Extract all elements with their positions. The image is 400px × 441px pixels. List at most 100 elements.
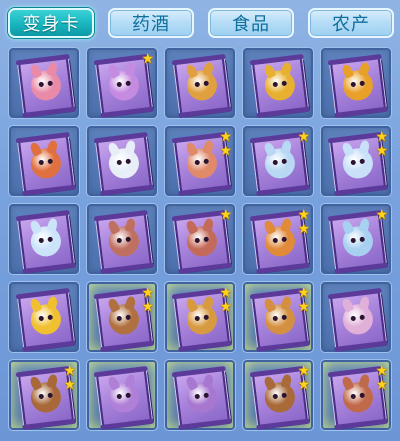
fox-warrior-icon	[28, 139, 63, 181]
monkey-king-icon	[106, 295, 141, 337]
inventory-slot[interactable]	[164, 359, 236, 431]
star-rating: ★ ★	[141, 286, 154, 314]
transform-card-item	[329, 56, 387, 116]
star-icon: ★	[219, 143, 232, 159]
lion-dancer-icon	[340, 61, 375, 103]
tab-medicine[interactable]: 药酒	[108, 8, 194, 38]
inventory-slot[interactable]	[8, 203, 80, 275]
transform-card-item	[17, 290, 75, 350]
inventory-slot[interactable]	[86, 359, 158, 431]
tab-farm-produce[interactable]: 农产	[308, 8, 394, 38]
inventory-slot[interactable]: ★ ★	[164, 281, 236, 353]
tab-transform-card[interactable]: 变身卡	[8, 8, 94, 38]
inventory-slot[interactable]	[8, 281, 80, 353]
armored-warrior-icon	[340, 373, 375, 415]
star-icon: ★	[141, 299, 154, 315]
star-icon: ★	[375, 143, 388, 159]
star-icon: ★	[297, 377, 310, 393]
transform-card-item	[251, 56, 309, 116]
white-unicorn-icon	[106, 139, 141, 181]
monkey-king-icon	[28, 373, 63, 415]
purple-bird-icon	[106, 61, 141, 103]
inventory-slot[interactable]: ★ ★	[242, 359, 314, 431]
inventory-slot[interactable]	[86, 203, 158, 275]
star-rating: ★	[219, 208, 232, 222]
inventory-slot[interactable]: ★	[320, 203, 392, 275]
star-icon: ★	[375, 363, 388, 379]
transform-card-item	[17, 212, 75, 272]
inventory-slot[interactable]	[164, 47, 236, 119]
star-icon: ★	[375, 377, 388, 393]
purple-dragon-icon	[184, 373, 219, 415]
star-icon: ★	[219, 129, 232, 145]
transform-card-item	[95, 368, 153, 428]
star-icon: ★	[219, 207, 232, 223]
inventory-slot[interactable]	[242, 47, 314, 119]
inventory-slot[interactable]: ★	[164, 203, 236, 275]
star-icon: ★	[297, 363, 310, 379]
star-icon: ★	[219, 299, 232, 315]
inventory-slot[interactable]: ★ ★	[320, 359, 392, 431]
transform-card-item	[95, 212, 153, 272]
monkey-king-icon	[262, 373, 297, 415]
inventory-slot[interactable]	[320, 47, 392, 119]
star-icon: ★	[375, 207, 388, 223]
star-icon: ★	[63, 363, 76, 379]
golden-monk-icon	[184, 295, 219, 337]
boar-icon	[184, 217, 219, 259]
inventory-slot[interactable]: ★ ★	[8, 359, 80, 431]
star-icon: ★	[297, 207, 310, 223]
lion-dancer-icon	[184, 61, 219, 103]
golden-monk-icon	[262, 295, 297, 337]
ice-dragon-icon	[262, 139, 297, 181]
armored-warrior-icon	[262, 217, 297, 259]
star-rating: ★ ★	[63, 364, 76, 392]
fox-runner-icon	[184, 139, 219, 181]
inventory-slot[interactable]: ★ ★	[242, 203, 314, 275]
transform-card-item	[173, 56, 231, 116]
star-icon: ★	[141, 285, 154, 301]
tab-bar: 变身卡 药酒 食品 农产	[8, 8, 394, 42]
inventory-slot[interactable]: ★	[86, 47, 158, 119]
inventory-slot[interactable]: ★ ★	[242, 281, 314, 353]
star-rating: ★ ★	[297, 364, 310, 392]
yellow-chick-icon	[28, 295, 63, 337]
transform-card-item	[95, 134, 153, 194]
star-icon: ★	[297, 285, 310, 301]
transform-card-item	[17, 56, 75, 116]
ice-dragon-icon	[340, 139, 375, 181]
transform-card-item	[17, 134, 75, 194]
tab-food[interactable]: 食品	[208, 8, 294, 38]
star-icon: ★	[297, 221, 310, 237]
purple-dragon-icon	[106, 373, 141, 415]
star-icon: ★	[141, 51, 154, 67]
lion-dancer-icon	[262, 61, 297, 103]
boar-icon	[106, 217, 141, 259]
inventory-slot[interactable]	[86, 125, 158, 197]
star-rating: ★	[375, 208, 388, 222]
star-icon: ★	[297, 299, 310, 315]
star-rating: ★ ★	[297, 208, 310, 236]
star-icon: ★	[375, 129, 388, 145]
star-rating: ★	[141, 52, 154, 66]
inventory-grid: ★ ★ ★ ★ ★ ★ ★ ★ ★ ★ ★ ★ ★ ★ ★ ★ ★ ★ ★ ★ ★ ★	[8, 47, 394, 435]
inventory-slot[interactable]: ★ ★	[320, 125, 392, 197]
star-icon: ★	[63, 377, 76, 393]
inventory-slot[interactable]: ★ ★	[164, 125, 236, 197]
transform-card-item	[173, 368, 231, 428]
star-rating: ★ ★	[297, 286, 310, 314]
star-rating: ★ ★	[375, 130, 388, 158]
star-rating: ★ ★	[219, 130, 232, 158]
crystal-fox-icon	[28, 217, 63, 259]
star-rating: ★	[297, 130, 310, 144]
star-icon: ★	[219, 285, 232, 301]
butterfly-spirit-icon	[340, 295, 375, 337]
star-icon: ★	[297, 129, 310, 145]
inventory-slot[interactable]	[8, 125, 80, 197]
ice-dragon-icon	[340, 217, 375, 259]
inventory-slot[interactable]: ★ ★	[86, 281, 158, 353]
inventory-slot[interactable]	[8, 47, 80, 119]
inventory-slot[interactable]: ★	[242, 125, 314, 197]
star-rating: ★ ★	[375, 364, 388, 392]
inventory-slot[interactable]	[320, 281, 392, 353]
